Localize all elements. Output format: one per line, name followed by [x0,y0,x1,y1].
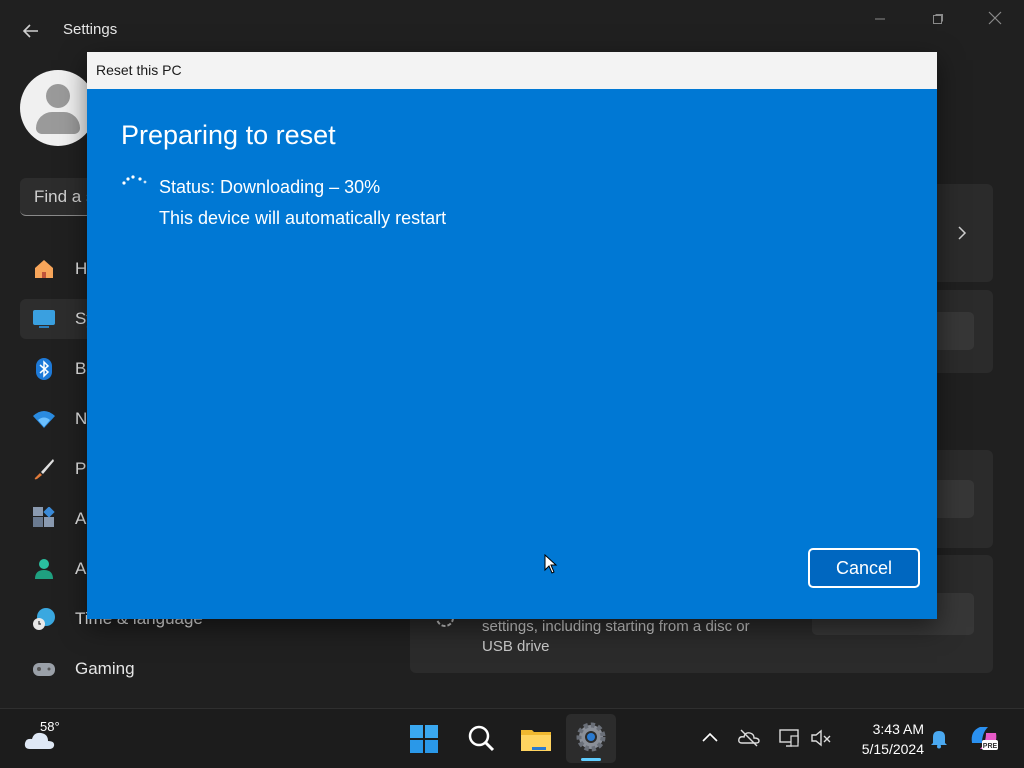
onedrive-offline-icon[interactable] [738,727,760,749]
personalization-icon [34,459,54,480]
time-language-icon [33,608,55,630]
weather-widget[interactable]: 58° [20,715,80,761]
apps-icon [33,507,55,527]
clock[interactable]: 3:43 AM 5/15/2024 [848,719,924,759]
sidebar-item-label: Gaming [75,659,135,678]
avatar[interactable] [20,70,96,146]
loading-spinner-icon [122,175,147,185]
gear-icon [576,722,606,752]
sidebar-item-gaming[interactable]: Gaming [20,649,220,689]
start-windows-icon[interactable] [406,721,442,757]
active-app-indicator [581,758,601,761]
restart-notice: This device will automatically restart [159,208,447,228]
file-explorer-icon[interactable] [518,721,554,757]
notification-bell-icon[interactable] [928,727,950,749]
bluetooth-icon [36,358,52,380]
mouse-cursor-icon [544,554,558,574]
dialog-title: Reset this PC [96,62,182,78]
home-icon [35,260,53,278]
accounts-icon [35,559,53,579]
cancel-button[interactable]: Cancel [808,548,920,588]
svg-text:PRE: PRE [983,743,998,750]
taskbar: 58° 3:43 AM 5/15/2024 PRE [0,708,1024,768]
weather-temperature: 58° [40,719,60,734]
sidebar-item-label: A [75,509,87,528]
clock-time: 3:43 AM [872,721,924,737]
network-icon [33,411,55,428]
copilot-icon[interactable]: PRE [968,723,1000,753]
close-button[interactable] [972,10,1018,30]
settings-title: Settings [63,21,118,38]
chevron-right-icon [958,226,967,240]
system-icon [33,310,55,328]
network-status-icon[interactable] [778,727,800,749]
dialog-titlebar[interactable]: Reset this PC [87,52,937,89]
sidebar-item-label: N [75,409,88,428]
volume-muted-icon[interactable] [810,727,832,749]
sidebar-item-label: H [75,259,88,278]
clock-date: 5/15/2024 [861,741,924,757]
search-icon[interactable] [463,721,499,757]
reset-status: Status: Downloading – 30% [159,177,381,197]
chevron-up-icon[interactable] [699,727,721,749]
settings-app-button[interactable] [566,714,616,763]
sidebar-item-label: A [75,559,87,578]
reset-pc-dialog: Reset this PC Preparing to reset Status:… [87,52,937,619]
gaming-icon [33,663,55,676]
advanced-startup-description: settings, including starting from a disc… [482,618,750,655]
dialog-heading: Preparing to reset [121,120,336,150]
minimize-button[interactable] [857,10,903,30]
maximize-button[interactable] [915,10,961,30]
back-arrow-icon[interactable] [20,20,42,42]
search-placeholder: Find a s [34,187,95,206]
